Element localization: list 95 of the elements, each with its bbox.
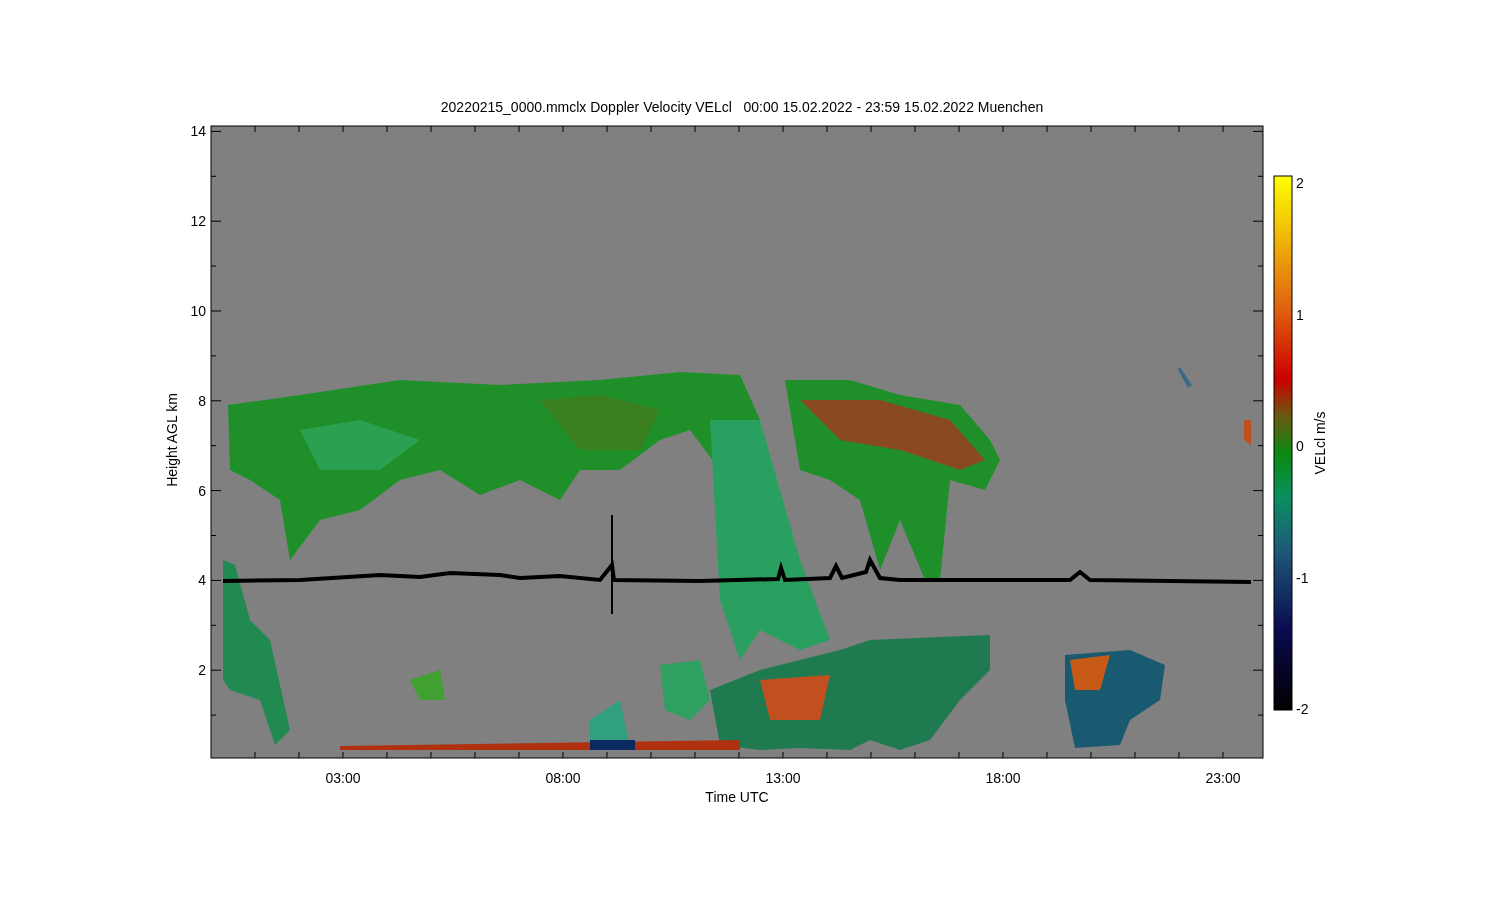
x-tick-label: 03:00: [325, 770, 361, 786]
tick-mark: [1252, 400, 1264, 402]
tick-mark: [474, 125, 476, 133]
colorbar-tick-label: -1: [1296, 569, 1309, 586]
tick-mark: [386, 125, 388, 133]
tick-mark: [1090, 751, 1092, 759]
tick-mark: [1257, 175, 1264, 177]
tick-mark: [1257, 265, 1264, 267]
tick-mark: [210, 400, 222, 402]
tick-mark: [210, 490, 222, 492]
y-tick-label: 8: [198, 392, 206, 409]
tick-mark: [1257, 624, 1264, 626]
tick-mark: [1178, 751, 1180, 759]
tick-mark: [826, 125, 828, 133]
tick-mark: [870, 125, 872, 133]
tick-mark: [210, 624, 217, 626]
tick-mark: [210, 310, 222, 312]
tick-mark: [694, 751, 696, 759]
y-tick-label: 4: [198, 572, 206, 589]
tick-mark: [914, 125, 916, 133]
tick-mark: [342, 125, 344, 133]
tick-mark: [606, 125, 608, 133]
colorbar-tick-label: 2: [1296, 175, 1304, 191]
plot-title: 20220215_0000.mmclx Doppler Velocity VELcl 00:00 15.02.2022 - 23:59 15.02.2022 Muenchen: [440, 99, 1044, 115]
tick-mark: [518, 125, 520, 133]
tick-mark: [562, 751, 564, 759]
x-tick-label: 08:00: [545, 770, 581, 786]
tick-mark: [1257, 445, 1264, 447]
tick-mark: [870, 751, 872, 759]
tick-mark: [1252, 579, 1264, 581]
tick-mark: [430, 751, 432, 759]
tick-mark: [254, 751, 256, 759]
y-axis-label: Height AGL km: [164, 393, 180, 487]
tick-mark: [1252, 490, 1264, 492]
tick-mark: [1257, 714, 1264, 716]
tick-mark: [1002, 125, 1004, 133]
tick-mark: [562, 125, 564, 133]
tick-mark: [1046, 751, 1048, 759]
tick-mark: [1222, 751, 1224, 759]
tick-mark: [1002, 751, 1004, 759]
tick-mark: [342, 751, 344, 759]
tick-mark: [210, 445, 217, 447]
x-tick-label: 18:00: [985, 770, 1021, 786]
tick-mark: [826, 751, 828, 759]
tick-mark: [1134, 751, 1136, 759]
y-tick-label: 2: [198, 662, 206, 679]
tick-mark: [650, 751, 652, 759]
tick-mark: [210, 220, 222, 222]
colorbar-label: VELcl m/s: [1312, 411, 1328, 475]
tick-mark: [650, 125, 652, 133]
tick-mark: [738, 751, 740, 759]
tick-mark: [474, 751, 476, 759]
tick-mark: [386, 751, 388, 759]
tick-mark: [1257, 535, 1264, 536]
tick-mark: [958, 751, 960, 759]
tick-mark: [1252, 310, 1264, 312]
tick-mark: [210, 579, 222, 581]
y-tick-label: 10: [190, 303, 206, 319]
y-tick-label: 14: [190, 123, 206, 140]
tick-mark: [1090, 125, 1092, 133]
colorbar-tick-label: 1: [1296, 306, 1304, 323]
tick-mark: [210, 714, 217, 716]
tick-mark: [518, 751, 520, 759]
x-tick-label: 13:00: [765, 770, 801, 786]
tick-mark: [210, 175, 217, 177]
tick-mark: [430, 125, 432, 133]
tick-mark: [782, 125, 784, 133]
tick-mark: [782, 751, 784, 759]
colorbar-tick-label: -2: [1296, 701, 1309, 717]
tick-mark: [1046, 125, 1048, 133]
tick-mark: [1178, 125, 1180, 133]
y-tick-label: 12: [190, 213, 206, 230]
tick-mark: [210, 130, 222, 132]
tick-mark: [298, 125, 300, 133]
colorbar-tick-label: 0: [1296, 438, 1304, 454]
tick-mark: [1134, 125, 1136, 133]
tick-mark: [1222, 125, 1224, 133]
x-axis-label: Time UTC: [705, 789, 769, 805]
tick-mark: [738, 125, 740, 133]
tick-mark: [1257, 355, 1264, 357]
tick-mark: [694, 125, 696, 133]
tick-mark: [210, 669, 222, 671]
tick-mark: [254, 125, 256, 133]
tick-mark: [1252, 220, 1264, 222]
tick-mark: [210, 535, 217, 536]
x-tick-label: 23:00: [1205, 770, 1241, 786]
tick-mark: [210, 265, 217, 267]
tick-mark: [958, 125, 960, 133]
tick-mark: [914, 751, 916, 759]
y-tick-label: 6: [198, 482, 206, 499]
tick-mark: [1252, 130, 1264, 132]
tick-mark: [606, 751, 608, 759]
tick-mark: [1252, 669, 1264, 671]
tick-mark: [298, 751, 300, 759]
tick-mark: [210, 355, 217, 357]
